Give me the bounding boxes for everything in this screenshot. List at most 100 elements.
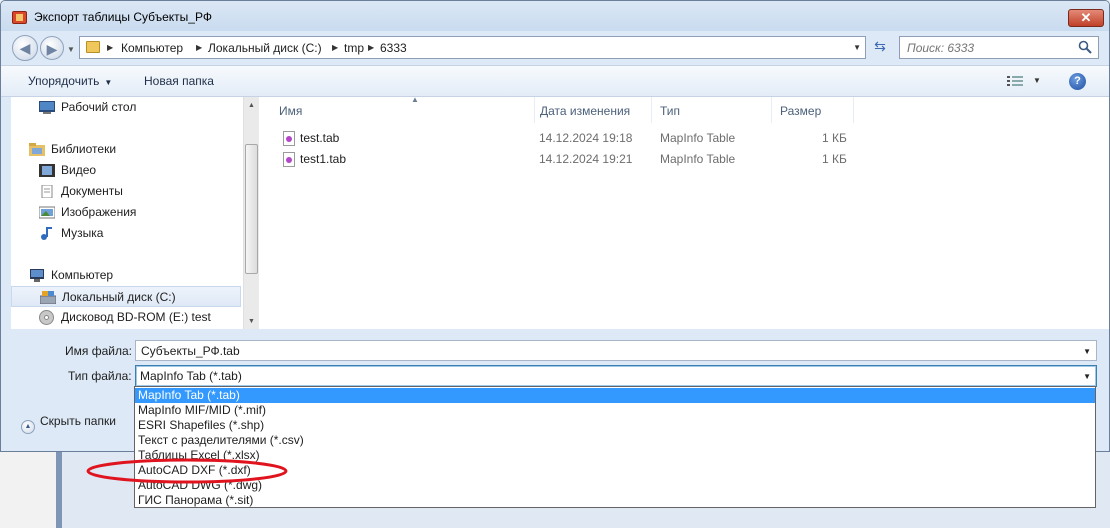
- file-name: test.tab: [300, 131, 340, 145]
- address-dropdown-icon[interactable]: ▼: [853, 43, 861, 52]
- pictures-icon: [39, 206, 55, 219]
- arrow-left-icon: ◀: [19, 40, 31, 56]
- refresh-button[interactable]: ⇆: [869, 38, 891, 57]
- chevron-down-icon[interactable]: ▼: [1083, 347, 1091, 356]
- nav-item-label: Видео: [61, 163, 97, 177]
- nav-item-label: Рабочий стол: [61, 100, 137, 114]
- nav-item-music[interactable]: Музыка: [11, 223, 241, 244]
- nav-item-label: Дисковод BD-ROM (E:) test: [61, 310, 211, 324]
- nav-item-documents[interactable]: Документы: [11, 181, 241, 202]
- sort-ascending-icon: ▲: [411, 95, 419, 104]
- video-icon: [39, 164, 55, 177]
- window-title: Экспорт таблицы Субъекты_РФ: [34, 10, 212, 24]
- optical-drive-icon: [39, 310, 54, 325]
- breadcrumb-local-disk[interactable]: Локальный диск (C:): [208, 41, 322, 55]
- table-row[interactable]: test.tab 14.12.2024 19:18 MapInfo Table …: [259, 128, 1109, 149]
- new-folder-button[interactable]: Новая папка: [144, 74, 214, 88]
- hide-folders-label: Скрыть папки: [40, 414, 116, 428]
- filetype-option-shp[interactable]: ESRI Shapefiles (*.shp): [135, 418, 1095, 433]
- view-options-icon[interactable]: [1007, 75, 1023, 87]
- column-header-name[interactable]: ▲ Имя: [271, 95, 535, 123]
- filetype-option-xlsx[interactable]: Таблицы Excel (*.xlsx): [135, 448, 1095, 463]
- chevron-right-icon[interactable]: ▶: [107, 43, 113, 52]
- nav-item-label: Компьютер: [51, 268, 114, 282]
- filename-combobox[interactable]: ▼: [135, 340, 1097, 361]
- nav-item-desktop[interactable]: Рабочий стол: [11, 97, 241, 118]
- chevron-right-icon[interactable]: ▶: [368, 43, 374, 52]
- scrollbar-thumb[interactable]: [245, 144, 258, 274]
- app-icon: [12, 11, 27, 24]
- command-bar: Упорядочить ▼ Новая папка ▼ ?: [1, 65, 1109, 97]
- nav-item-libraries[interactable]: Библиотеки: [11, 139, 241, 160]
- background-divider: [56, 450, 62, 528]
- filetype-label: Тип файла:: [68, 369, 132, 383]
- search-input[interactable]: [907, 41, 1067, 55]
- scroll-down-icon[interactable]: ▼: [248, 318, 255, 325]
- hard-drive-icon: [40, 291, 56, 304]
- search-box[interactable]: [899, 36, 1099, 59]
- chevron-right-icon[interactable]: ▶: [196, 43, 202, 52]
- breadcrumb-tmp[interactable]: tmp: [344, 41, 364, 55]
- column-header-label: Имя: [279, 104, 303, 118]
- close-button[interactable]: ✕: [1068, 9, 1104, 27]
- refresh-icon: ⇆: [874, 38, 886, 54]
- nav-item-label: Библиотеки: [51, 142, 117, 156]
- file-type: MapInfo Table: [660, 131, 736, 145]
- filetype-select[interactable]: MapInfo Tab (*.tab) ▼: [135, 365, 1097, 387]
- filetype-option-tab[interactable]: MapInfo Tab (*.tab): [135, 388, 1095, 403]
- address-bar[interactable]: ▶ Компьютер ▶ Локальный диск (C:) ▶ tmp …: [79, 36, 866, 59]
- filetype-option-mif[interactable]: MapInfo MIF/MID (*.mif): [135, 403, 1095, 418]
- filetype-option-dxf[interactable]: AutoCAD DXF (*.dxf): [135, 463, 1095, 478]
- chevron-up-icon: ▲: [21, 420, 35, 434]
- filetype-selected-value: MapInfo Tab (*.tab): [140, 369, 242, 383]
- breadcrumb-6333[interactable]: 6333: [380, 41, 407, 55]
- column-header-type[interactable]: Тип: [652, 97, 772, 123]
- nav-item-label: Документы: [61, 184, 123, 198]
- nav-item-local-disk[interactable]: Локальный диск (C:): [11, 286, 241, 307]
- breadcrumb-computer[interactable]: Компьютер: [121, 41, 183, 55]
- view-dropdown-icon[interactable]: ▼: [1033, 76, 1041, 85]
- column-header-size[interactable]: Размер: [772, 97, 854, 123]
- forward-button[interactable]: ▶: [40, 36, 64, 60]
- nav-pane-scrollbar[interactable]: ▲ ▼: [243, 97, 259, 329]
- title-bar: Экспорт таблицы Субъекты_РФ ✕: [1, 1, 1109, 31]
- folder-icon: [86, 41, 100, 53]
- documents-icon: [41, 185, 53, 198]
- table-row[interactable]: test1.tab 14.12.2024 19:21 MapInfo Table…: [259, 149, 1109, 170]
- chevron-down-icon[interactable]: ▼: [1083, 372, 1091, 381]
- mapinfo-file-icon: [283, 152, 295, 167]
- nav-item-computer[interactable]: Компьютер: [11, 265, 241, 286]
- scroll-up-icon[interactable]: ▲: [248, 102, 255, 109]
- libraries-icon: [29, 143, 45, 156]
- recent-pages-dropdown[interactable]: ▼: [67, 45, 75, 54]
- file-size: 1 КБ: [822, 152, 847, 166]
- navigation-pane: Рабочий стол Библиотеки Видео Документы …: [11, 97, 243, 329]
- file-name: test1.tab: [300, 152, 347, 166]
- filetype-dropdown-list: MapInfo Tab (*.tab) MapInfo MIF/MID (*.m…: [134, 386, 1096, 508]
- nav-item-bd-rom[interactable]: Дисковод BD-ROM (E:) test: [11, 307, 241, 328]
- arrow-right-icon: ▶: [46, 41, 58, 57]
- nav-item-label: Локальный диск (C:): [62, 290, 176, 304]
- nav-item-pictures[interactable]: Изображения: [11, 202, 241, 223]
- nav-item-video[interactable]: Видео: [11, 160, 241, 181]
- desktop-icon: [39, 101, 55, 114]
- filetype-option-dwg[interactable]: AutoCAD DWG (*.dwg): [135, 478, 1095, 493]
- chevron-down-icon: ▼: [104, 78, 113, 87]
- chevron-right-icon[interactable]: ▶: [332, 43, 338, 52]
- organize-label: Упорядочить: [28, 74, 100, 88]
- filename-label: Имя файла:: [65, 344, 132, 358]
- navigation-row: ◀ ▶ ▼ ▶ Компьютер ▶ Локальный диск (C:) …: [1, 31, 1109, 63]
- column-header-date[interactable]: Дата изменения: [532, 97, 652, 123]
- filetype-option-sit[interactable]: ГИС Панорама (*.sit): [135, 493, 1095, 508]
- help-button[interactable]: ?: [1069, 73, 1086, 90]
- organize-button[interactable]: Упорядочить ▼: [28, 74, 112, 88]
- filename-input[interactable]: [141, 344, 1041, 358]
- nav-item-label: Музыка: [61, 226, 104, 240]
- back-button[interactable]: ◀: [12, 35, 38, 61]
- filetype-option-csv[interactable]: Текст с разделителями (*.csv): [135, 433, 1095, 448]
- file-date: 14.12.2024 19:18: [539, 131, 633, 145]
- mapinfo-file-icon: [283, 131, 295, 146]
- export-dialog: Экспорт таблицы Субъекты_РФ ✕ ◀ ▶ ▼ ▶ Ко…: [0, 0, 1110, 452]
- hide-folders-button[interactable]: ▲ Скрыть папки: [21, 414, 116, 434]
- search-icon[interactable]: [1078, 40, 1092, 54]
